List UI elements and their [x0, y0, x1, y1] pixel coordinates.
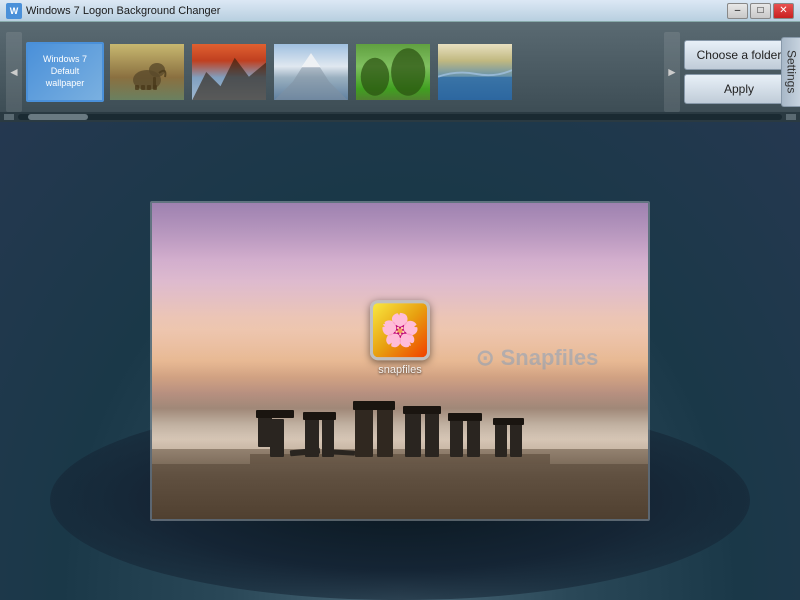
stonehenge-svg-element: [250, 374, 550, 464]
app-icon-letter: W: [10, 6, 19, 16]
content-area: 🌸 snapfiles ⊙ Snapfiles: [0, 122, 800, 600]
toolbar: ◄ Windows 7 Default wallpaper: [0, 22, 800, 122]
thumbnail-ocean-coast[interactable]: [436, 42, 514, 102]
preview-background: 🌸 snapfiles ⊙ Snapfiles: [152, 203, 648, 519]
action-buttons-panel: Choose a folder Apply: [684, 28, 794, 116]
stonehenge-silhouette: [152, 374, 648, 464]
thumbnail-strip: Windows 7 Default wallpaper: [26, 42, 660, 102]
thumbnail-green-field[interactable]: [354, 42, 432, 102]
sunset-mtn-silhouette: [192, 42, 266, 102]
main-window: ◄ Windows 7 Default wallpaper: [0, 22, 800, 600]
ocean-silhouette: [438, 42, 512, 102]
choose-folder-button[interactable]: Choose a folder: [684, 40, 794, 70]
thumbnail-snow-mountain[interactable]: [272, 42, 350, 102]
username-label: snapfiles: [378, 364, 421, 376]
titlebar: W Windows 7 Logon Background Changer – □…: [0, 0, 800, 22]
watermark: ⊙ Snapfiles: [476, 345, 598, 371]
apply-button[interactable]: Apply: [684, 74, 794, 104]
flower-icon: 🌸: [380, 311, 420, 349]
default-thumb-label: Windows 7 Default wallpaper: [41, 52, 89, 91]
elephant-silhouette: [127, 55, 167, 90]
scroll-right-button[interactable]: ►: [664, 32, 680, 112]
snow-mtn-silhouette: [274, 42, 348, 102]
thumbnail-default[interactable]: Windows 7 Default wallpaper: [26, 42, 104, 102]
close-button[interactable]: ✕: [773, 3, 794, 19]
login-icon-group: 🌸 snapfiles: [370, 300, 430, 376]
maximize-button[interactable]: □: [750, 3, 771, 19]
window-controls: – □ ✕: [727, 3, 794, 19]
thumbnail-elephant[interactable]: [108, 42, 186, 102]
green-field-silhouette: [356, 42, 430, 102]
user-icon-box: 🌸: [370, 300, 430, 360]
thumbnail-sunset-mountain[interactable]: [190, 42, 268, 102]
preview-frame: 🌸 snapfiles ⊙ Snapfiles: [150, 201, 650, 521]
toolbar-scrollbar[interactable]: [0, 112, 800, 122]
window-title: Windows 7 Logon Background Changer: [26, 5, 727, 17]
scroll-left-button[interactable]: ◄: [6, 32, 22, 112]
app-icon: W: [6, 3, 22, 19]
settings-tab[interactable]: Settings: [781, 37, 800, 107]
minimize-button[interactable]: –: [727, 3, 748, 19]
